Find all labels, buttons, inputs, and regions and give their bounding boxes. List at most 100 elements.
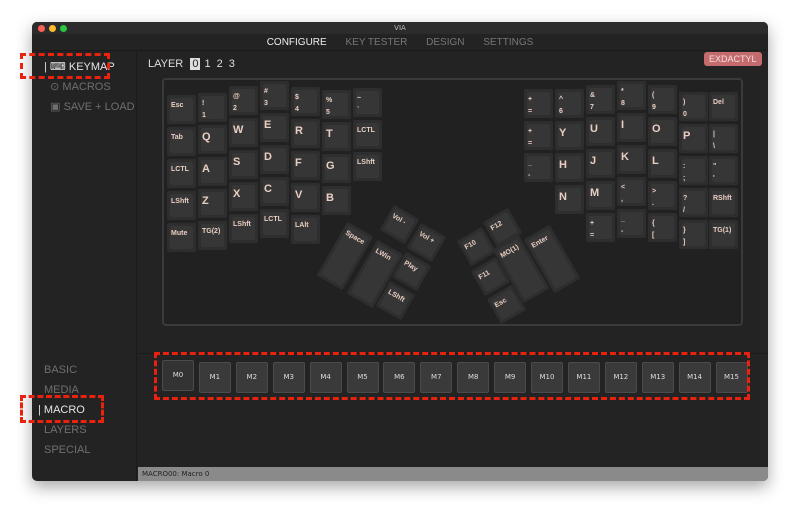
key[interactable]: " ': [709, 156, 738, 185]
key[interactable]: K: [617, 145, 646, 174]
sidebar-item-macros[interactable]: ⊙ MACROS: [44, 80, 111, 93]
tab-configure[interactable]: CONFIGURE: [267, 37, 327, 48]
key[interactable]: T: [322, 122, 351, 151]
key[interactable]: LAlt: [291, 215, 320, 244]
key[interactable]: C: [260, 177, 289, 206]
key[interactable]: P: [679, 124, 708, 153]
key[interactable]: % 5: [322, 90, 351, 119]
key[interactable]: LCTL: [167, 159, 196, 188]
top-nav: CONFIGURE KEY TESTER DESIGN SETTINGS: [32, 34, 768, 51]
key[interactable]: ( 9: [648, 85, 677, 114]
key[interactable]: Esc: [167, 95, 196, 124]
key[interactable]: Mute: [167, 223, 196, 252]
key-legend: R: [294, 122, 317, 145]
key-legend: D: [263, 148, 286, 171]
key[interactable]: N: [555, 185, 584, 214]
key[interactable]: M: [586, 181, 615, 210]
key[interactable]: E: [260, 113, 289, 142]
key[interactable]: V: [291, 183, 320, 212]
key[interactable]: : ;: [679, 156, 708, 185]
key-legend: E: [263, 116, 286, 139]
key[interactable]: * 8: [617, 81, 646, 110]
key[interactable]: ~ `: [353, 88, 382, 117]
key[interactable]: J: [586, 149, 615, 178]
key-legend: < ,: [620, 180, 643, 203]
tab-design[interactable]: DESIGN: [426, 37, 464, 48]
maximize-icon[interactable]: [60, 25, 67, 32]
key[interactable]: # 3: [260, 81, 289, 110]
key[interactable]: B: [322, 186, 351, 215]
key[interactable]: TG(1): [709, 220, 738, 249]
key[interactable]: ! 1: [198, 93, 227, 122]
key-legend: W: [232, 121, 255, 144]
key[interactable]: _ -: [524, 153, 553, 182]
key[interactable]: LCTL: [353, 120, 382, 149]
key[interactable]: R: [291, 119, 320, 148]
key-legend: LShft: [232, 217, 255, 240]
key[interactable]: _ -: [617, 209, 646, 238]
key[interactable]: U: [586, 117, 615, 146]
key[interactable]: RShft: [709, 188, 738, 217]
key[interactable]: F: [291, 151, 320, 180]
key-legend: B: [325, 189, 348, 212]
key-legend: + =: [527, 92, 550, 115]
key[interactable]: > .: [648, 181, 677, 210]
key[interactable]: ^ 6: [555, 89, 584, 118]
key[interactable]: G: [322, 154, 351, 183]
key[interactable]: @ 2: [229, 86, 258, 115]
layer-3[interactable]: 3: [227, 58, 237, 70]
key[interactable]: LCTL: [260, 209, 289, 238]
tab-settings[interactable]: SETTINGS: [483, 37, 533, 48]
key[interactable]: I: [617, 113, 646, 142]
key-legend: ~ `: [356, 91, 379, 114]
key[interactable]: + =: [524, 121, 553, 150]
key[interactable]: LShft: [167, 191, 196, 220]
layer-0[interactable]: 0: [190, 58, 201, 70]
key-legend: Y: [558, 124, 581, 147]
key[interactable]: Z: [198, 189, 227, 218]
key-legend: M: [589, 184, 612, 207]
category-basic[interactable]: BASIC: [44, 364, 77, 376]
key[interactable]: < ,: [617, 177, 646, 206]
key-legend: RShft: [712, 191, 735, 214]
key[interactable]: S: [229, 150, 258, 179]
key[interactable]: & 7: [586, 85, 615, 114]
category-layers[interactable]: LAYERS: [44, 424, 87, 436]
key[interactable]: } ]: [679, 220, 708, 249]
sidebar-item-save-load[interactable]: ▣ SAVE + LOAD: [44, 100, 135, 113]
key-legend: LAlt: [294, 218, 317, 241]
key[interactable]: + =: [524, 89, 553, 118]
key[interactable]: Q: [198, 125, 227, 154]
key[interactable]: O: [648, 117, 677, 146]
key[interactable]: H: [555, 153, 584, 182]
key[interactable]: ? /: [679, 188, 708, 217]
key[interactable]: D: [260, 145, 289, 174]
key-legend: Vol -: [383, 208, 416, 241]
layer-2[interactable]: 2: [215, 58, 225, 70]
key[interactable]: L: [648, 149, 677, 178]
key[interactable]: Y: [555, 121, 584, 150]
key-legend: } ]: [682, 223, 705, 246]
key[interactable]: X: [229, 182, 258, 211]
key-legend: @ 2: [232, 89, 255, 112]
key[interactable]: Del: [709, 92, 738, 121]
key[interactable]: | \: [709, 124, 738, 153]
category-special[interactable]: SPECIAL: [44, 444, 90, 456]
minimize-icon[interactable]: [49, 25, 56, 32]
key-legend: # 3: [263, 84, 286, 107]
via-window: V I A CONFIGURE KEY TESTER DESIGN SETTINGS…: [32, 22, 768, 481]
key[interactable]: + =: [586, 213, 615, 242]
key[interactable]: $ 4: [291, 87, 320, 116]
key[interactable]: A: [198, 157, 227, 186]
key[interactable]: LShft: [229, 214, 258, 243]
key[interactable]: W: [229, 118, 258, 147]
key[interactable]: LShft: [353, 152, 382, 181]
tab-key-tester[interactable]: KEY TESTER: [345, 37, 407, 48]
key[interactable]: { [: [648, 213, 677, 242]
key-legend: LShft: [379, 284, 412, 317]
key[interactable]: TG(2): [198, 221, 227, 250]
key[interactable]: Tab: [167, 127, 196, 156]
key[interactable]: ) 0: [679, 92, 708, 121]
close-icon[interactable]: [38, 25, 45, 32]
layer-1[interactable]: 1: [202, 58, 212, 70]
